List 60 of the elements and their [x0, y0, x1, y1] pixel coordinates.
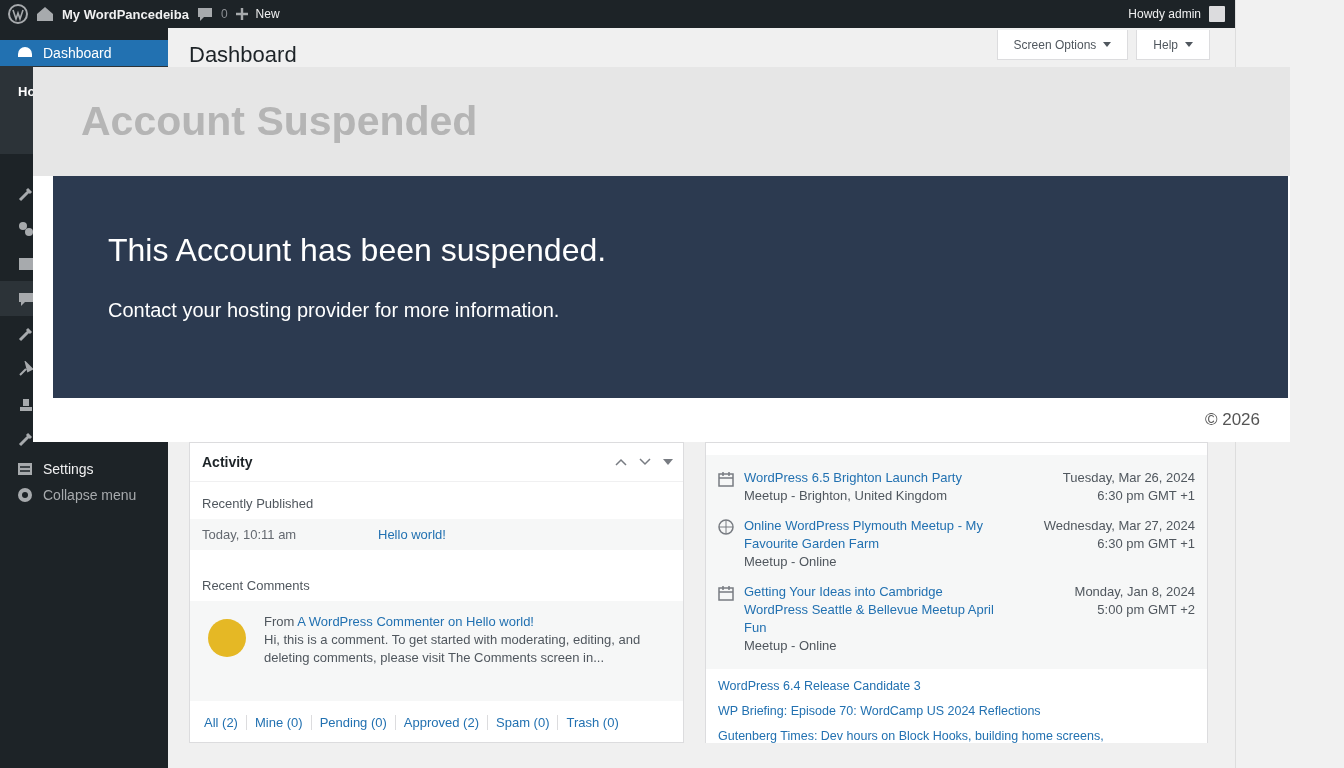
brush-icon[interactable] [18, 360, 34, 377]
notice-message: Contact your hosting provider for more information. [108, 299, 561, 322]
comment-bubble-icon[interactable] [18, 290, 34, 307]
event-time: 5:00 pm GMT +2 [1096, 601, 1195, 619]
event-location: Meetup - Online [744, 553, 838, 571]
event-date: Tuesday, Mar 26, 2024 [1061, 469, 1195, 487]
copyright-text: © 2026 [1204, 410, 1260, 430]
event-date: Monday, Jan 8, 2024 [1073, 583, 1195, 601]
calendar-icon [718, 585, 734, 601]
event-link[interactable]: WordPress 6.5 Brighton Launch Party [744, 469, 1010, 487]
widget-title: Activity [202, 454, 254, 470]
globe-icon [718, 519, 734, 535]
event-date: Wednesday, Mar 27, 2024 [1042, 517, 1195, 535]
news-link[interactable]: Gutenberg Times: Dev hours on Block Hooks, building home screens, [718, 729, 1195, 743]
comment-bubble-icon [196, 6, 213, 22]
event-location: Meetup - Brighton, United Kingdom [744, 487, 949, 505]
comment-filter-link[interactable]: Pending (0) [310, 715, 395, 730]
account-link[interactable]: Howdy admin [1128, 7, 1201, 21]
event-link[interactable]: Online WordPress Plymouth Meetup - My Favourite Garden Farm [744, 517, 1010, 553]
sidebar-menu-item[interactable]: Collapse menu [0, 482, 168, 508]
news-link[interactable]: WP Briefing: Episode 70: WordCamp US 2024 Reflections [718, 704, 1195, 718]
caret-icon [1103, 42, 1112, 47]
section-heading: Recently Published [201, 495, 315, 513]
event-time: 6:30 pm GMT +1 [1096, 487, 1195, 505]
site-name-link[interactable]: My WordPancedeiba [62, 6, 189, 22]
event-location: Meetup - Online [744, 637, 838, 655]
comment-filter-link[interactable]: Approved (2) [394, 715, 487, 730]
plus-icon [235, 8, 248, 20]
notice-title: This Account has been suspended. [108, 232, 608, 269]
triangle-down-icon[interactable] [663, 459, 673, 465]
wrench-icon[interactable] [18, 430, 34, 447]
event-link[interactable]: Getting Your Ideas into Cambridge WordPress Seattle & Bellevue Meetup April Fun [744, 583, 1010, 637]
header-toggle-button[interactable]: Screen Options [996, 30, 1129, 60]
chevron-down-icon[interactable] [639, 458, 651, 466]
event-time: 6:30 pm GMT +1 [1096, 535, 1195, 553]
page-title: Dashboard [189, 42, 298, 68]
comment-excerpt: Hi, this is a comment. To get started with moderating, editing, and deleting comments, please visit The Comments screen in... [264, 631, 642, 667]
comment-meta: From A WordPress Commenter on Hello world! [264, 613, 535, 631]
news-link[interactable]: WordPress 6.4 Release Candidate 3 [718, 679, 1195, 693]
post-link[interactable]: Hello world! [378, 527, 446, 542]
post-date: Today, 10:11 am [202, 527, 298, 542]
comment-filter-link[interactable]: All (2) [202, 715, 246, 730]
circles-icon[interactable] [18, 220, 34, 237]
home-icon [36, 6, 54, 22]
header-toggle-button[interactable]: Help [1136, 30, 1210, 60]
wordpress-logo-icon [8, 4, 28, 24]
calendar-icon [718, 471, 734, 487]
sidebar-menu-item[interactable]: Settings [0, 456, 168, 482]
page-icon[interactable] [18, 255, 34, 272]
comment-count[interactable]: 0 [220, 7, 228, 21]
caret-icon [1185, 42, 1193, 47]
avatar-icon [208, 619, 246, 657]
chevron-up-icon[interactable] [615, 458, 627, 466]
comment-filter-link[interactable]: Trash (0) [557, 715, 627, 730]
new-link[interactable]: New [255, 7, 280, 21]
wrench-icon[interactable] [18, 185, 34, 202]
sidebar-menu-item[interactable]: Dashboard [0, 40, 168, 66]
section-heading: Recent Comments [201, 577, 311, 595]
comment-filter-link[interactable]: Spam (0) [487, 715, 558, 730]
comment-filter-link[interactable]: Mine (0) [245, 715, 311, 730]
